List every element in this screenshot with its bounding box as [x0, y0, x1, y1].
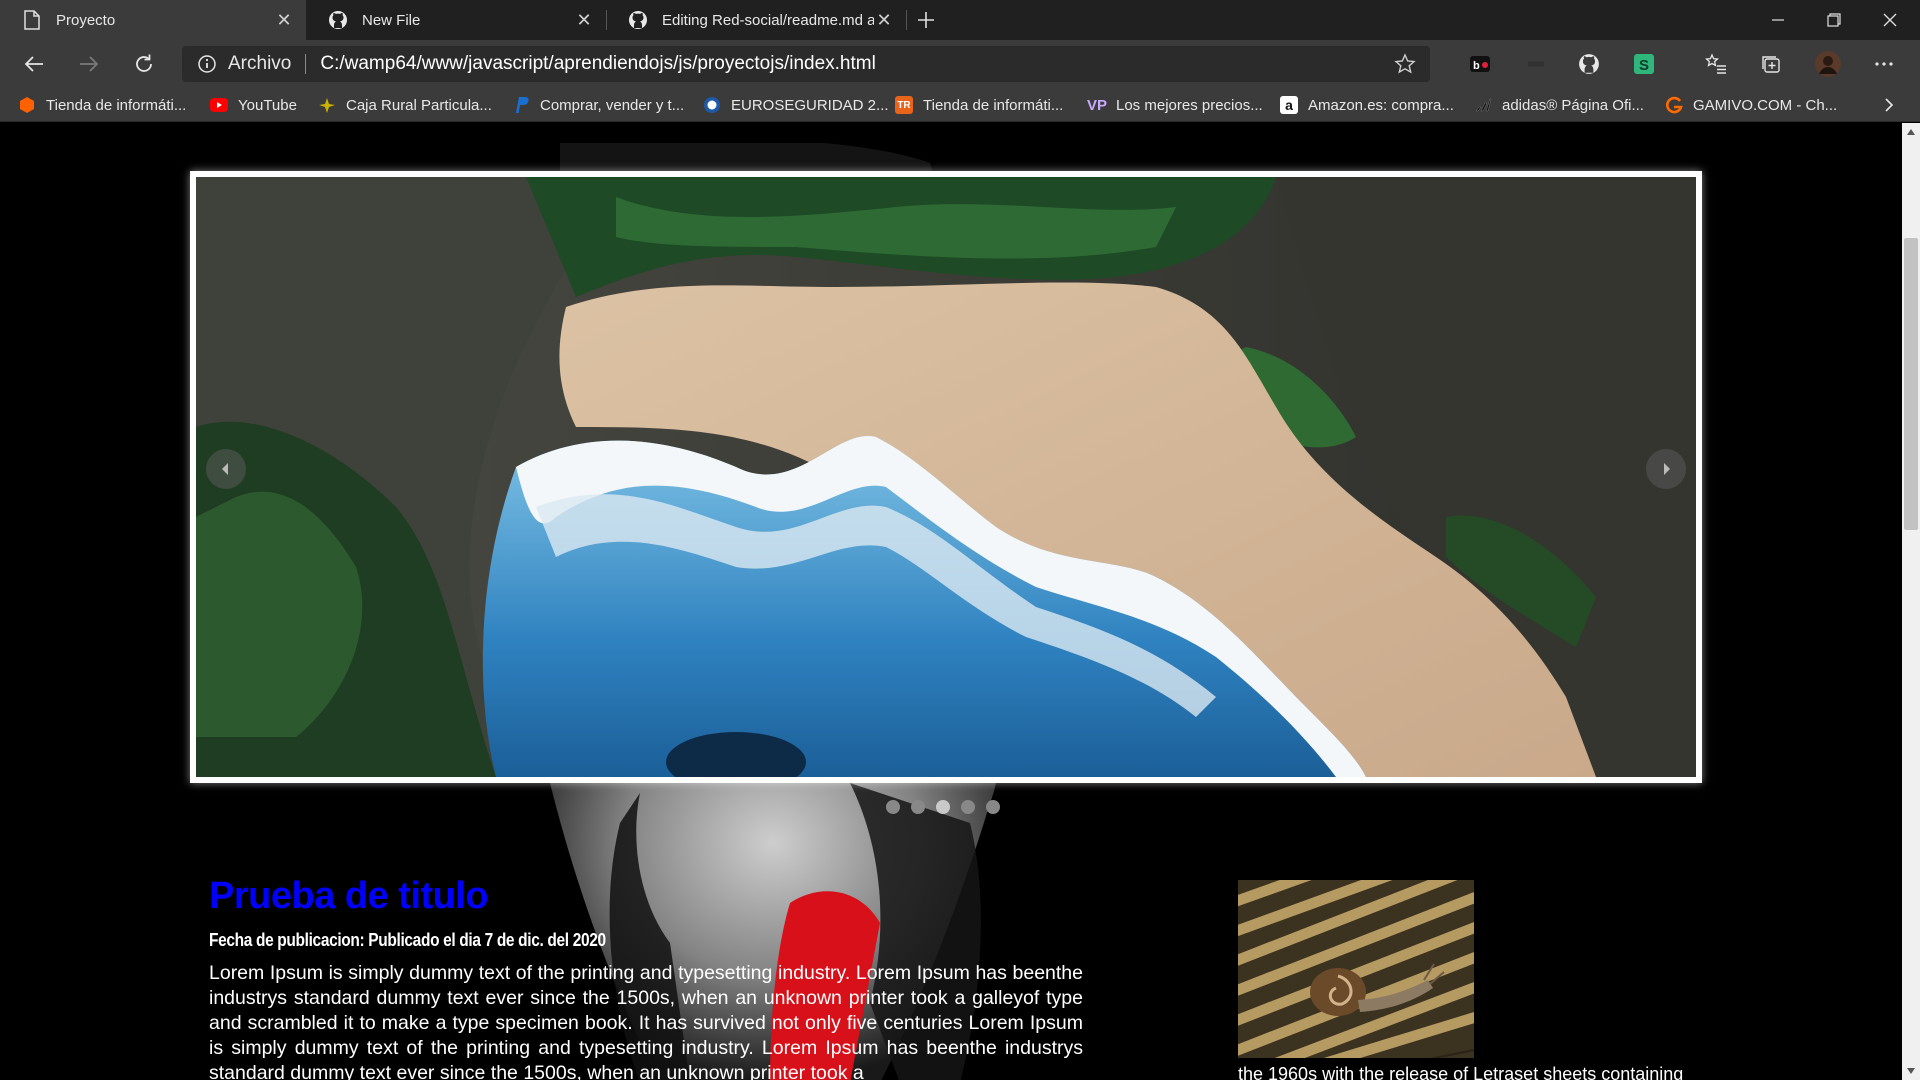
euroseguridad-icon: [703, 96, 721, 114]
amazon-icon: a: [1280, 96, 1298, 114]
snail-image: [1238, 880, 1474, 1058]
favorite-label: Caja Rural Particula...: [346, 96, 492, 114]
favorite-item[interactable]: GAMIVO.COM - Ch...: [1665, 94, 1837, 116]
favorites-list-icon[interactable]: [1702, 50, 1730, 78]
address-bar[interactable]: Archivo C:/wamp64/www/javascript/aprendi…: [182, 46, 1430, 82]
favorite-label: adidas® Página Ofi...: [1502, 96, 1644, 114]
page-icon: [22, 10, 42, 30]
favorite-label: Tienda de informáti...: [923, 96, 1064, 114]
carousel-dot[interactable]: [986, 800, 1000, 814]
publication-date: Fecha de publicacion: Publicado el dia 7…: [209, 930, 606, 950]
refresh-button[interactable]: [126, 46, 162, 82]
favorite-label: GAMIVO.COM - Ch...: [1693, 96, 1838, 114]
carousel-prev-button[interactable]: [206, 449, 246, 489]
carousel-slide-beach: [196, 177, 1696, 777]
svg-text:S: S: [1639, 57, 1649, 74]
favorite-item[interactable]: EUROSEGURIDAD 2...: [703, 94, 889, 116]
vp-icon: VP: [1087, 96, 1108, 114]
close-tab-icon[interactable]: ✕: [274, 10, 294, 30]
carousel-next-button[interactable]: [1646, 449, 1686, 489]
favorite-label: YouTube: [238, 96, 297, 114]
restore-button[interactable]: [1806, 0, 1862, 40]
tab-new-file[interactable]: New File ✕: [306, 0, 606, 40]
tab-title: Proyecto: [56, 11, 116, 29]
tr-icon: TR: [895, 96, 913, 114]
info-icon[interactable]: [196, 53, 218, 75]
favorite-item[interactable]: adidas® Página Ofi...: [1474, 94, 1644, 116]
minimize-button[interactable]: [1750, 0, 1806, 40]
svg-text:b: b: [1473, 60, 1480, 72]
scroll-down-icon[interactable]: [1907, 1068, 1915, 1074]
collections-icon[interactable]: [1757, 50, 1785, 78]
profile-avatar-icon[interactable]: [1814, 50, 1842, 78]
carousel-dot[interactable]: [911, 800, 925, 814]
carousel-dot[interactable]: [961, 800, 975, 814]
forward-button[interactable]: [71, 46, 107, 82]
favorite-item[interactable]: Tienda de informáti...: [18, 94, 186, 116]
favorite-label: Comprar, vender y t...: [540, 96, 685, 114]
favorite-item[interactable]: VP Los mejores precios...: [1087, 94, 1263, 116]
carousel-indicators: [886, 800, 1000, 814]
youtube-icon: [210, 96, 228, 114]
favorite-item[interactable]: Caja Rural Particula...: [318, 94, 492, 116]
extension-bo-icon[interactable]: b: [1466, 50, 1494, 78]
url-text[interactable]: C:/wamp64/www/javascript/aprendiendojs/j…: [320, 53, 875, 75]
favorite-label: Amazon.es: compra...: [1308, 96, 1454, 114]
minimize-icon: [1772, 19, 1784, 21]
page-viewport: Prueba de titulo Fecha de publicacion: P…: [0, 123, 1902, 1080]
favorite-item[interactable]: YouTube: [210, 94, 297, 116]
chevron-left-icon: [222, 463, 228, 475]
favorites-bar: Tienda de informáti... YouTube Caja Rura…: [0, 88, 1920, 122]
adidas-icon: [1474, 96, 1492, 114]
aside-caption: the 1960s with the release of Letraset s…: [1238, 1064, 1684, 1080]
tab-title: Editing Red-social/readme.md at: [662, 11, 874, 29]
restore-icon: [1827, 13, 1841, 27]
scheme-label: Archivo: [228, 53, 292, 74]
pccomponentes-icon: [18, 96, 36, 114]
favorite-item[interactable]: Comprar, vender y t...: [512, 94, 684, 116]
scroll-up-icon[interactable]: [1907, 129, 1915, 135]
scrollbar-thumb[interactable]: [1904, 238, 1918, 530]
tab-title: New File: [362, 11, 421, 29]
navigation-toolbar: Archivo C:/wamp64/www/javascript/aprendi…: [0, 40, 1920, 88]
paypal-icon: [512, 96, 530, 114]
article-body: Lorem Ipsum is simply dummy text of the …: [209, 962, 1083, 1080]
tab-editing-readme[interactable]: Editing Red-social/readme.md at ✕: [606, 0, 906, 40]
favorite-item[interactable]: TR Tienda de informáti...: [895, 94, 1063, 116]
image-carousel[interactable]: [190, 171, 1702, 783]
favorite-item[interactable]: a Amazon.es: compra...: [1280, 94, 1454, 116]
github-icon: [628, 10, 648, 30]
article-title: Prueba de titulo: [209, 875, 489, 917]
favorite-label: EUROSEGURIDAD 2...: [731, 96, 889, 114]
favorite-label: Tienda de informáti...: [46, 96, 187, 114]
close-tab-icon[interactable]: ✕: [574, 10, 594, 30]
arrow-left-icon: [24, 56, 43, 72]
chevron-right-icon[interactable]: [1880, 96, 1898, 114]
close-window-button[interactable]: [1862, 0, 1918, 40]
new-tab-button[interactable]: [912, 6, 940, 34]
favorite-label: Los mejores precios...: [1116, 96, 1263, 114]
refresh-icon: [136, 54, 152, 72]
chevron-right-icon: [1664, 463, 1670, 475]
caja-rural-icon: [318, 96, 336, 114]
github-extension-icon[interactable]: [1575, 50, 1603, 78]
plus-icon: [918, 12, 934, 28]
tab-proyecto[interactable]: Proyecto ✕: [0, 0, 306, 40]
gamivo-icon: [1665, 96, 1683, 114]
vertical-scrollbar[interactable]: [1902, 123, 1920, 1080]
close-icon: [1883, 13, 1897, 27]
article: Prueba de titulo Fecha de publicacion: P…: [209, 875, 1083, 1080]
carousel-dot[interactable]: [886, 800, 900, 814]
extension-s-icon[interactable]: S: [1630, 50, 1658, 78]
github-icon: [328, 10, 348, 30]
back-button[interactable]: [16, 46, 52, 82]
carousel-dot-active[interactable]: [936, 800, 950, 814]
arrow-right-icon: [80, 56, 99, 72]
favorite-star-icon[interactable]: [1394, 53, 1416, 75]
more-options-icon[interactable]: [1870, 50, 1898, 78]
extension-blank-icon[interactable]: [1522, 50, 1550, 78]
close-tab-icon[interactable]: ✕: [874, 10, 894, 30]
tab-strip: Proyecto ✕ New File ✕ Editing Red-social…: [0, 0, 1920, 40]
